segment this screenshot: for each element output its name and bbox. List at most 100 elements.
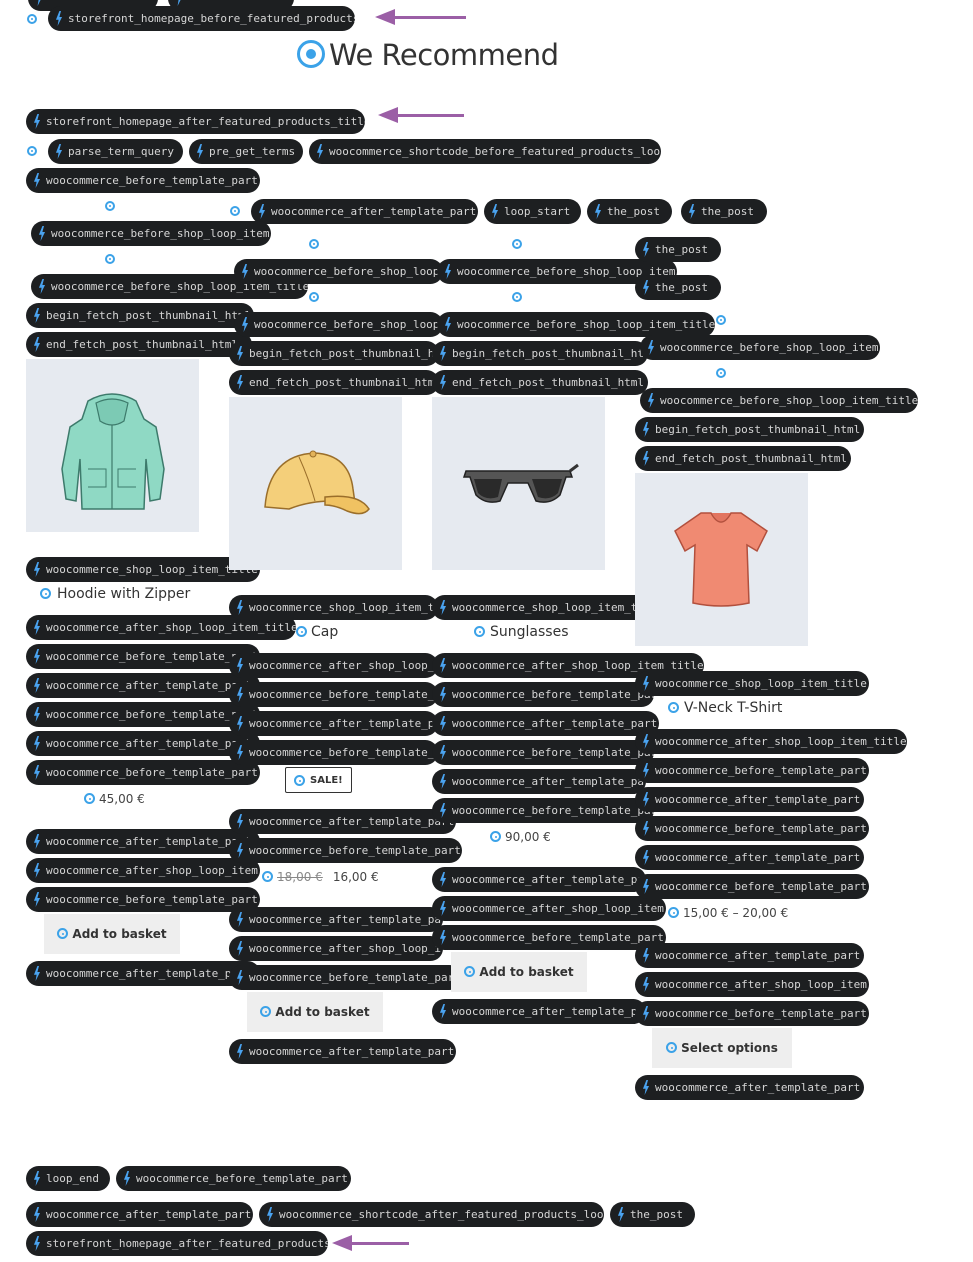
hook-the-post[interactable]: the_post [635, 275, 721, 300]
hook-after-template-part[interactable]: woocommerce_after_template_part [432, 999, 646, 1024]
hook-after-shop-loop-item[interactable]: woocommerce_after_shop_loop_item [26, 858, 260, 883]
hook-before-featured-loop[interactable]: woocommerce_shortcode_before_featured_pr… [309, 139, 661, 164]
hook-before-template-part[interactable]: woocommerce_before_template_part [229, 740, 438, 765]
hook-after-template-part[interactable]: woocommerce_after_template_part [26, 961, 260, 986]
hook-after-template-part[interactable]: woocommerce_after_template_part [26, 1202, 253, 1227]
add-to-basket-button[interactable]: Add to basket [44, 914, 180, 954]
product-name[interactable]: V-Neck T-Shirt [684, 700, 782, 716]
hook-after-shop-loop-item[interactable]: woocommerce_after_shop_loop_item [432, 896, 666, 921]
add-to-basket-button[interactable]: Add to basket [247, 992, 383, 1032]
product-image-hoodie[interactable] [26, 359, 199, 532]
hook-before-shop-loop-item[interactable]: woocommerce_before_shop_loop_item [31, 221, 271, 246]
hook-before-shop-loop-item-title[interactable]: woocommerce_before_shop_loop_item_title [640, 388, 918, 413]
hook-pre-get-terms[interactable]: pre_get_terms [189, 139, 303, 164]
hook-after-featured-loop[interactable]: woocommerce_shortcode_after_featured_pro… [259, 1202, 604, 1227]
hook-loop-start[interactable]: loop_start [484, 199, 581, 224]
hook-begin-thumbnail[interactable]: begin_fetch_post_thumbnail_html [26, 303, 254, 328]
hook-before-template-part[interactable]: woocommerce_before_template_part [229, 682, 438, 707]
hook-before-template-part[interactable]: woocommerce_before_template_part [432, 925, 666, 950]
hook-after-featured-products[interactable]: storefront_homepage_after_featured_produ… [26, 1231, 328, 1256]
hook-before-template-part[interactable]: woocommerce_before_template_part [635, 1001, 869, 1026]
hook-before-template-part[interactable]: woocommerce_before_template_part [432, 682, 654, 707]
hook-after-template-part[interactable]: woocommerce_after_template_part [26, 829, 260, 854]
hook-after-template-part[interactable]: woocommerce_after_template_part [635, 845, 864, 870]
cap-illustration [264, 450, 370, 515]
hook-before-template-part[interactable]: woocommerce_before_template_part [116, 1166, 351, 1191]
hook-before-shop-loop-item-title[interactable]: woocommerce_before_shop_loop_item_title [437, 312, 715, 337]
marker-dot-icon [84, 793, 95, 804]
hook-after-template-part[interactable]: woocommerce_after_template_part [432, 867, 646, 892]
hook-before-featured-products[interactable]: storefront_homepage_before_featured_prod… [48, 6, 355, 31]
product-image-vneck[interactable] [635, 473, 808, 646]
hook-begin-thumbnail[interactable]: begin_fetch_post_thumbnail_html [229, 341, 439, 366]
hook-before-template-part[interactable]: woocommerce_before_template_part [26, 168, 260, 193]
hook-loop-end[interactable]: loop_end [26, 1166, 110, 1191]
marker-dot-icon [490, 831, 501, 842]
hook-before-template-part[interactable]: woocommerce_before_template_part [229, 838, 462, 863]
product-name[interactable]: Hoodie with Zipper [57, 586, 190, 602]
product-name[interactable]: Sunglasses [490, 624, 568, 640]
marker-dot-icon [464, 966, 476, 977]
hook-after-featured-title[interactable]: storefront_homepage_after_featured_produ… [26, 109, 365, 134]
hook-shop-loop-item-title[interactable]: woocommerce_shop_loop_item_title [26, 557, 260, 582]
product-name[interactable]: Cap [311, 624, 338, 640]
hook-shop-loop-item-title[interactable]: woocommerce_shop_loop_item_title [635, 671, 869, 696]
hook-end-thumbnail[interactable]: end_fetch_post_thumbnail_html [432, 370, 648, 395]
product-price: 90,00 € [505, 830, 551, 844]
hook-begin-thumbnail[interactable]: begin_fetch_post_thumbnail_html [635, 417, 864, 442]
hook-before-template-part[interactable]: woocommerce_before_template_part [432, 740, 654, 765]
hook-the-post[interactable]: the_post [681, 199, 767, 224]
hook-before-shop-loop-item-title[interactable]: woocommerce_before_shop_loop_item_title [234, 312, 443, 337]
hook-after-template-part[interactable]: woocommerce_after_template_part [229, 1039, 456, 1064]
button-label: Add to basket [72, 927, 167, 941]
button-label: Add to basket [275, 1005, 370, 1019]
marker-dot-icon [27, 14, 37, 24]
hook-before-template-part[interactable]: woocommerce_before_template_part [26, 760, 260, 785]
add-to-basket-button[interactable]: Add to basket [451, 952, 587, 992]
hook-before-shop-loop-item[interactable]: woocommerce_before_shop_loop_item [234, 259, 443, 284]
hook-after-shop-loop-item[interactable]: woocommerce_after_shop_loop_item [229, 936, 443, 961]
hook-after-shop-loop-item-title[interactable]: woocommerce_after_shop_loop_item_title [635, 729, 907, 754]
hook-the-post[interactable]: the_post [610, 1202, 695, 1227]
hook-before-template-part[interactable]: woocommerce_before_template_part [26, 887, 260, 912]
hook-before-template-part[interactable]: woocommerce_before_template_part [26, 702, 260, 727]
hook-end-thumbnail[interactable]: end_fetch_post_thumbnail_html [229, 370, 439, 395]
marker-dot-icon [230, 206, 240, 216]
hook-after-template-part[interactable]: woocommerce_after_template_part [26, 673, 260, 698]
hook-before-template-part[interactable]: woocommerce_before_template_part [635, 758, 869, 783]
marker-dot-icon [296, 626, 307, 637]
hook-after-template-part[interactable]: woocommerce_after_template_part [635, 1075, 864, 1100]
hook-before-template-part[interactable]: woocommerce_before_template_part [432, 798, 654, 823]
product-image-sunglasses[interactable] [432, 397, 605, 570]
marker-dot-icon [474, 626, 485, 637]
hook-after-template-part[interactable]: woocommerce_after_template_part [635, 787, 864, 812]
hook-the-post[interactable]: the_post [587, 199, 672, 224]
hook-the-post[interactable]: the_post [635, 237, 721, 262]
hook-after-template-part[interactable]: woocommerce_after_template_part [229, 711, 438, 736]
hook-before-template-part[interactable]: woocommerce_before_template_part [635, 816, 869, 841]
hook-after-template-part[interactable]: woocommerce_after_template_part [229, 907, 443, 932]
hook-after-template-part[interactable]: woocommerce_after_template_part [26, 731, 260, 756]
hook-before-template-part[interactable]: woocommerce_before_template_part [26, 644, 260, 669]
hook-after-template-part[interactable]: woocommerce_after_template_part [432, 711, 659, 736]
old-price: 18,00 € [277, 870, 323, 884]
hook-shop-loop-item-title[interactable]: woocommerce_shop_loop_item_title [432, 595, 666, 620]
hook-end-thumbnail[interactable]: end_fetch_post_thumbnail_html [635, 446, 851, 471]
hook-shop-loop-item-title[interactable]: woocommerce_shop_loop_item_title [229, 595, 438, 620]
hook-end-thumbnail[interactable]: end_fetch_post_thumbnail_html [26, 332, 252, 357]
select-options-button[interactable]: Select options [652, 1028, 792, 1068]
hook-before-template-part[interactable]: woocommerce_before_template_part [635, 874, 869, 899]
hook-before-shop-loop-item[interactable]: woocommerce_before_shop_loop_item [640, 335, 880, 360]
hook-after-template-part[interactable]: woocommerce_after_template_part [432, 769, 646, 794]
product-image-cap[interactable] [229, 397, 402, 570]
hook-begin-thumbnail[interactable]: begin_fetch_post_thumbnail_html [432, 341, 648, 366]
hook-after-shop-loop-item[interactable]: woocommerce_after_shop_loop_item [635, 972, 869, 997]
hook-before-template-part[interactable]: woocommerce_before_template_part [229, 965, 462, 990]
hook-after-template-part[interactable]: woocommerce_after_template_part [251, 199, 478, 224]
hook-parse-term-query[interactable]: parse_term_query [48, 139, 183, 164]
marker-dot-icon [262, 871, 273, 882]
hook-after-shop-loop-item-title[interactable]: woocommerce_after_shop_loop_item_title [229, 653, 438, 678]
hook-after-template-part[interactable]: woocommerce_after_template_part [635, 943, 864, 968]
button-label: Select options [681, 1041, 778, 1055]
hook-after-template-part[interactable]: woocommerce_after_template_part [229, 809, 456, 834]
